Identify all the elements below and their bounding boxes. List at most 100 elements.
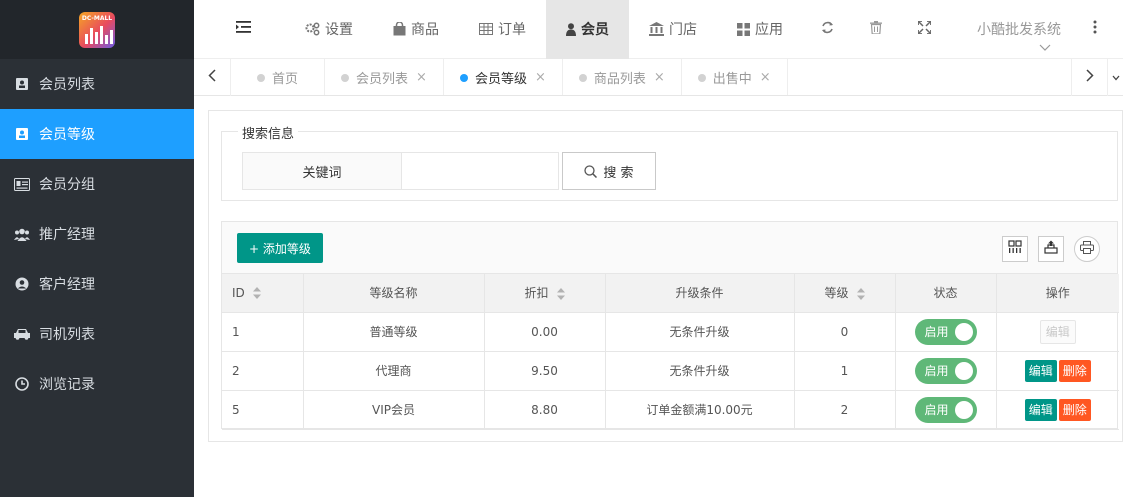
sidebar-item-member-list[interactable]: 会员列表 [0,59,194,109]
user-circle-icon [14,276,30,292]
sidebar-item-label: 会员列表 [39,77,95,93]
column-header-discount[interactable]: 折扣 [484,274,606,313]
trash-icon [870,20,882,38]
column-header-level[interactable]: 等级 [794,274,896,313]
status-toggle[interactable]: 启用 [914,396,977,423]
fullscreen-button[interactable] [900,0,949,59]
sidebar-item-browse-history[interactable]: 浏览记录 [0,359,194,409]
keyword-input[interactable] [401,152,559,190]
table-icon [479,23,493,35]
search-button[interactable]: 搜 索 [562,152,656,190]
topnav-item-settings[interactable]: 设置 [275,0,373,59]
sidebar-item-member-group[interactable]: 会员分组 [0,159,194,209]
more-menu-button[interactable] [1079,0,1097,59]
sidebar-item-label: 浏览记录 [39,377,95,393]
cell-actions: 编辑 删除 [996,351,1119,391]
chevron-left-icon [208,69,216,86]
toggle-knob [954,400,973,419]
sidebar-item-account-manager[interactable]: 客户经理 [0,259,194,309]
more-vertical-icon [1093,20,1097,38]
column-header-status: 状态 [895,274,997,313]
sidebar-item-driver-list[interactable]: 司机列表 [0,309,194,359]
cell-status: 启用 [895,390,997,430]
tab-dot [257,73,265,82]
tab-product-list[interactable]: 商品列表 × [563,59,682,95]
column-header-condition: 升级条件 [605,274,795,313]
table-toolbar: + 添加等级 [222,222,1117,274]
column-header-actions: 操作 [996,274,1119,313]
status-toggle[interactable]: 启用 [914,357,977,384]
chevron-right-icon [1085,69,1094,86]
close-icon[interactable]: × [654,70,665,85]
topnav-item-stores[interactable]: 门店 [629,0,717,59]
table-header-row: ID 等级名称 折扣 升级条件 等级 状态 操作 [222,274,1119,313]
car-icon [14,326,30,342]
tab-on-sale[interactable]: 出售中 × [682,59,788,95]
cell-name: VIP会员 [303,390,485,430]
close-icon[interactable]: × [416,70,427,85]
clear-cache-button[interactable] [852,0,900,59]
sidebar-item-label: 推广经理 [39,227,95,243]
close-icon[interactable]: × [760,70,771,85]
tab-dot [341,73,350,82]
cell-id: 5 [222,390,304,430]
columns-filter-button[interactable] [1002,236,1028,262]
edit-button[interactable]: 编辑 [1024,359,1057,382]
cell-discount: 9.50 [484,351,606,391]
refresh-button[interactable] [803,0,852,59]
tab-home[interactable]: 首页 [231,59,326,95]
edit-button[interactable]: 编辑 [1024,398,1057,421]
refresh-icon [821,21,834,38]
indent-icon [236,21,251,37]
topnav-item-members[interactable]: 会员 [546,0,629,59]
cell-level: 0 [794,312,896,352]
tabs-scroll-left-button[interactable] [194,59,231,96]
menu-toggle-button[interactable] [194,0,275,59]
export-button[interactable] [1038,236,1064,262]
system-menu[interactable]: 小酷批发系统 [949,0,1079,59]
cell-status: 启用 [895,351,997,391]
sort-icon[interactable] [856,287,865,300]
cell-name: 普通等级 [303,312,485,352]
sidebar: DC-MALL 会员列表 会员等级 会员分组 推广经理 客户经理 司机列表 浏览… [0,0,194,497]
cell-level: 2 [794,390,896,430]
cell-name: 代理商 [303,351,485,391]
tab-member-level[interactable]: 会员等级 × [444,59,563,95]
tabs-menu-button[interactable] [1108,59,1123,96]
cell-status: 启用 [895,312,997,352]
tabs-scroll-right-button[interactable] [1071,59,1108,96]
tab-dot [697,73,706,82]
topnav-item-products[interactable]: 商品 [373,0,459,59]
toggle-knob [954,361,973,380]
status-toggle[interactable]: 启用 [914,318,977,345]
sidebar-item-member-level[interactable]: 会员等级 [0,109,194,159]
sidebar-item-promotion-manager[interactable]: 推广经理 [0,209,194,259]
gears-icon [305,22,320,36]
cell-id: 1 [222,312,304,352]
delete-button[interactable]: 删除 [1058,398,1091,421]
cell-condition: 订单金额满10.00元 [605,390,795,430]
topnav-item-orders[interactable]: 订单 [459,0,546,59]
print-button[interactable] [1074,236,1100,262]
sort-icon[interactable] [252,287,261,300]
clock-icon [14,376,30,392]
add-level-button[interactable]: + 添加等级 [237,233,323,263]
keyword-label: 关键词 [242,152,402,190]
cell-condition: 无条件升级 [605,312,795,352]
chevron-down-icon [1039,40,1051,56]
bank-icon [649,22,664,36]
close-icon[interactable]: × [535,70,546,85]
column-header-id[interactable]: ID [222,274,304,313]
sidebar-item-label: 会员分组 [39,177,95,193]
sidebar-item-label: 司机列表 [39,327,95,343]
topnav-item-apps[interactable]: 应用 [717,0,803,59]
sort-icon[interactable] [556,287,565,300]
user-icon [566,22,576,36]
tab-dot [459,73,468,82]
level-table-box: + 添加等级 ID 等级名称 折扣 升级条件 等级 状态 操作 1 普通等级 0… [221,221,1119,430]
tab-member-list[interactable]: 会员列表 × [325,59,444,95]
top-nav: 设置 商品 订单 会员 门店 应用 小酷批发系统 [194,0,1123,59]
delete-button[interactable]: 删除 [1058,359,1091,382]
sidebar-item-label: 会员等级 [39,127,95,143]
sidebar-item-label: 客户经理 [39,277,95,293]
